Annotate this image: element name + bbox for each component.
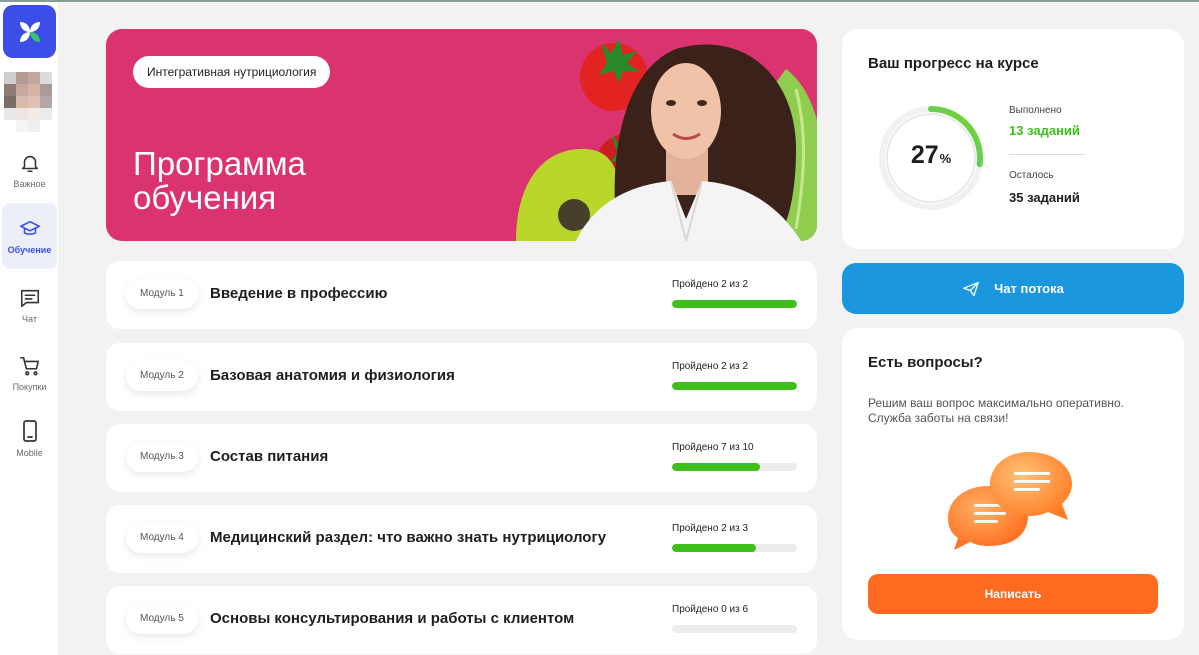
module-title: Базовая анатомия и физиология bbox=[210, 367, 455, 384]
module-status: Пройдено 2 из 2 bbox=[672, 361, 749, 372]
module-card[interactable]: Модуль 2 Базовая анатомия и физиология П… bbox=[106, 343, 817, 411]
module-progress-fill bbox=[672, 544, 756, 552]
module-progress-fill bbox=[672, 382, 797, 390]
bell-icon bbox=[21, 155, 38, 172]
module-progress-bar bbox=[672, 463, 797, 471]
module-badge: Модуль 2 bbox=[126, 361, 198, 391]
avatar[interactable] bbox=[4, 72, 52, 132]
module-progress-fill bbox=[672, 463, 760, 471]
top-border bbox=[0, 0, 1199, 2]
progress-percent: 27% bbox=[878, 105, 984, 211]
module-status: Пройдено 0 из 6 bbox=[672, 604, 749, 615]
module-progress-bar bbox=[672, 300, 797, 308]
course-tag: Интегративная нутрициология bbox=[133, 56, 331, 88]
sidebar-item-purchases[interactable]: Покупки bbox=[2, 340, 57, 406]
sidebar: Важное Обучение Чат Покупки Mobile bbox=[0, 2, 58, 655]
module-title: Основы консультирования и работы с клиен… bbox=[210, 610, 575, 627]
sidebar-item-label: Чат bbox=[22, 313, 37, 324]
send-icon bbox=[963, 281, 980, 296]
module-badge: Модуль 4 bbox=[126, 523, 198, 553]
chat-stream-button[interactable]: Чат потока bbox=[842, 263, 1184, 314]
progress-card-title: Ваш прогресс на курсе bbox=[868, 55, 1039, 72]
module-progress-bar bbox=[672, 544, 797, 552]
module-progress-bar bbox=[672, 382, 797, 390]
progress-percent-value: 27 bbox=[910, 141, 939, 169]
module-card[interactable]: Модуль 3 Состав питания Пройдено 7 из 10 bbox=[106, 424, 817, 492]
done-value: 13 заданий bbox=[1009, 123, 1080, 138]
module-status: Пройдено 2 из 3 bbox=[672, 523, 749, 534]
phone-icon bbox=[22, 419, 37, 442]
sidebar-item-label: Обучение bbox=[7, 244, 52, 255]
module-card[interactable]: Модуль 5 Основы консультирования и работ… bbox=[106, 586, 817, 654]
write-button[interactable]: Написать bbox=[868, 574, 1158, 614]
module-badge: Модуль 3 bbox=[126, 442, 198, 472]
sidebar-item-label: Mobile bbox=[16, 447, 43, 458]
module-title: Медицинский раздел: что важно знать нутр… bbox=[210, 529, 607, 546]
chat-stream-label: Чат потока bbox=[994, 281, 1064, 296]
graduation-cap-icon bbox=[19, 220, 40, 235]
module-card[interactable]: Модуль 1 Введение в профессию Пройдено 2… bbox=[106, 261, 817, 329]
sidebar-item-learning[interactable]: Обучение bbox=[2, 203, 57, 269]
chat-icon bbox=[20, 289, 39, 307]
progress-card: Ваш прогресс на курсе 27% Выполнено 13 з… bbox=[842, 29, 1184, 249]
page-title: Программа обучения bbox=[133, 145, 306, 216]
app-logo[interactable] bbox=[3, 5, 56, 58]
logo-icon bbox=[19, 21, 40, 42]
module-title: Введение в профессию bbox=[210, 285, 388, 302]
cart-icon bbox=[19, 356, 39, 375]
sidebar-item-important[interactable]: Важное bbox=[2, 137, 57, 203]
hero-banner: Интегративная нутрициология Программа об… bbox=[106, 29, 817, 241]
sidebar-item-chat[interactable]: Чат bbox=[2, 272, 57, 338]
module-status: Пройдено 2 из 2 bbox=[672, 279, 749, 290]
sidebar-item-label: Важное bbox=[13, 178, 46, 189]
left-label: Осталось bbox=[1009, 170, 1054, 181]
help-card-title: Есть вопросы? bbox=[868, 354, 983, 371]
sidebar-item-mobile[interactable]: Mobile bbox=[2, 405, 57, 471]
done-label: Выполнено bbox=[1009, 105, 1062, 116]
chat-bubbles-icon bbox=[948, 452, 1072, 550]
left-value: 35 заданий bbox=[1009, 190, 1080, 205]
module-progress-bar bbox=[672, 625, 797, 633]
module-card[interactable]: Модуль 4 Медицинский раздел: что важно з… bbox=[106, 505, 817, 573]
module-progress-fill bbox=[672, 300, 797, 308]
sidebar-item-label: Покупки bbox=[12, 381, 47, 392]
module-status: Пройдено 7 из 10 bbox=[672, 442, 754, 453]
progress-percent-sign: % bbox=[939, 151, 952, 166]
module-badge: Модуль 5 bbox=[126, 604, 198, 634]
module-badge: Модуль 1 bbox=[126, 279, 198, 309]
stat-divider bbox=[1009, 154, 1085, 155]
module-title: Состав питания bbox=[210, 448, 329, 465]
help-card-text: Решим ваш вопрос максимально оперативно.… bbox=[868, 396, 1124, 425]
help-card: Есть вопросы? Решим ваш вопрос максималь… bbox=[842, 328, 1184, 640]
